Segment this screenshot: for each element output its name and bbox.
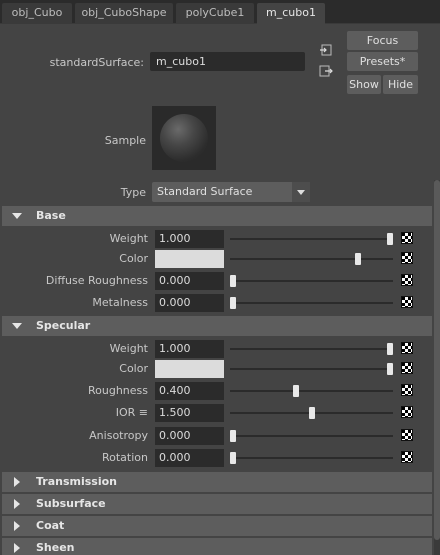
specular-roughness-slider-handle[interactable] [293,385,299,397]
checker-map-icon[interactable] [401,384,413,396]
diffuse-roughness-field[interactable]: 0.000 [155,272,224,290]
checker-map-icon[interactable] [401,429,413,441]
section-specular-header[interactable]: Specular [2,316,432,336]
section-transmission-title: Transmission [36,475,118,488]
rotation-slider-handle[interactable] [230,452,236,464]
material-name-field[interactable]: m_cubo1 [150,52,305,71]
ior-label: IOR ≡ [115,406,148,419]
ior-row: IOR ≡ 1.500 [0,402,432,424]
anisotropy-slider[interactable] [230,435,393,437]
specular-color-slider[interactable] [230,368,393,370]
triangle-right-icon [14,543,20,553]
specular-weight-slider-handle[interactable] [387,343,393,355]
checker-map-icon[interactable] [401,342,413,354]
metalness-slider-handle[interactable] [230,297,236,309]
specular-roughness-field[interactable]: 0.400 [155,382,224,400]
section-coat-header[interactable]: Coat [2,516,432,536]
anisotropy-label: Anisotropy [89,429,148,442]
section-subsurface-header[interactable]: Subsurface [2,494,432,514]
section-coat-title: Coat [36,519,65,532]
standard-surface-label: standardSurface: [49,56,144,69]
specular-roughness-row: Roughness 0.400 [0,380,432,402]
base-weight-field[interactable]: 1.000 [155,230,224,248]
vertical-scrollbar[interactable] [434,180,440,555]
triangle-right-icon [14,477,20,487]
tab-obj-cubo-shape[interactable]: obj_CuboShape [75,3,173,24]
tab-poly-cube1[interactable]: polyCube1 [176,3,254,24]
checker-map-icon[interactable] [401,252,413,264]
rotation-row: Rotation 0.000 [0,447,432,469]
material-sample-swatch [152,106,216,170]
specular-weight-field[interactable]: 1.000 [155,340,224,358]
presets-button[interactable]: Presets* [347,52,418,71]
triangle-right-icon [14,499,20,509]
triangle-down-icon [12,213,22,219]
anisotropy-slider-handle[interactable] [230,430,236,442]
specular-weight-label: Weight [109,342,148,355]
section-subsurface-title: Subsurface [36,497,106,510]
section-sheen-header[interactable]: Sheen [2,538,432,555]
checker-map-icon[interactable] [401,362,413,374]
diffuse-roughness-slider-handle[interactable] [230,275,236,287]
diffuse-roughness-label: Diffuse Roughness [45,274,148,287]
type-dropdown[interactable]: Standard Surface [152,182,310,202]
tab-bar: obj_Cubo obj_CuboShape polyCube1 m_cubo1 [0,0,440,24]
anisotropy-row: Anisotropy 0.000 [0,425,432,447]
specular-weight-slider[interactable] [230,348,393,350]
tab-obj-cubo[interactable]: obj_Cubo [2,3,72,24]
checker-map-icon[interactable] [401,406,413,418]
focus-button[interactable]: Focus [347,31,418,50]
ior-slider-handle[interactable] [309,407,315,419]
specular-roughness-slider[interactable] [230,390,393,392]
diffuse-roughness-slider[interactable] [230,280,393,282]
specular-color-swatch[interactable] [155,360,224,378]
rotation-field[interactable]: 0.000 [155,449,224,467]
base-weight-slider-handle[interactable] [387,233,393,245]
scrollbar-thumb[interactable] [434,180,440,540]
type-label: Type [120,186,146,199]
specular-color-slider-handle[interactable] [387,363,393,375]
tab-m-cubo1[interactable]: m_cubo1 [257,3,325,24]
section-specular-title: Specular [36,319,91,332]
section-transmission-header[interactable]: Transmission [2,472,432,492]
checker-map-icon[interactable] [401,451,413,463]
arrow-left-box-icon[interactable] [319,43,333,57]
base-color-label: Color [119,252,148,265]
specular-weight-row: Weight 1.000 [0,338,432,360]
checker-map-icon[interactable] [401,232,413,244]
metalness-row: Metalness 0.000 [0,292,432,314]
base-weight-label: Weight [109,232,148,245]
checker-map-icon[interactable] [401,296,413,308]
specular-color-label: Color [119,362,148,375]
triangle-right-icon [14,521,20,531]
sample-sphere [160,114,208,162]
hide-button[interactable]: Hide [383,75,418,94]
section-base-header[interactable]: Base [2,206,432,226]
metalness-field[interactable]: 0.000 [155,294,224,312]
base-color-slider-handle[interactable] [355,253,361,265]
metalness-label: Metalness [92,296,148,309]
rotation-label: Rotation [101,451,148,464]
specular-roughness-label: Roughness [87,384,148,397]
show-button[interactable]: Show [347,75,381,94]
triangle-down-icon [12,323,22,329]
checker-map-icon[interactable] [401,274,413,286]
section-base-title: Base [36,209,66,222]
diffuse-roughness-row: Diffuse Roughness 0.000 [0,270,432,292]
rotation-slider[interactable] [230,457,393,459]
base-color-row: Color [0,248,432,270]
type-dropdown-value: Standard Surface [157,185,253,198]
specular-color-row: Color [0,358,432,380]
section-sheen-title: Sheen [36,541,75,554]
base-color-slider[interactable] [230,258,393,260]
anisotropy-field[interactable]: 0.000 [155,427,224,445]
ior-field[interactable]: 1.500 [155,404,224,422]
base-color-swatch[interactable] [155,250,224,268]
chevron-down-icon [292,182,310,202]
base-weight-row: Weight 1.000 [0,228,432,250]
metalness-slider[interactable] [230,302,393,304]
sample-label: Sample [104,134,146,147]
arrow-right-box-icon[interactable] [319,64,333,78]
base-weight-slider[interactable] [230,238,393,240]
